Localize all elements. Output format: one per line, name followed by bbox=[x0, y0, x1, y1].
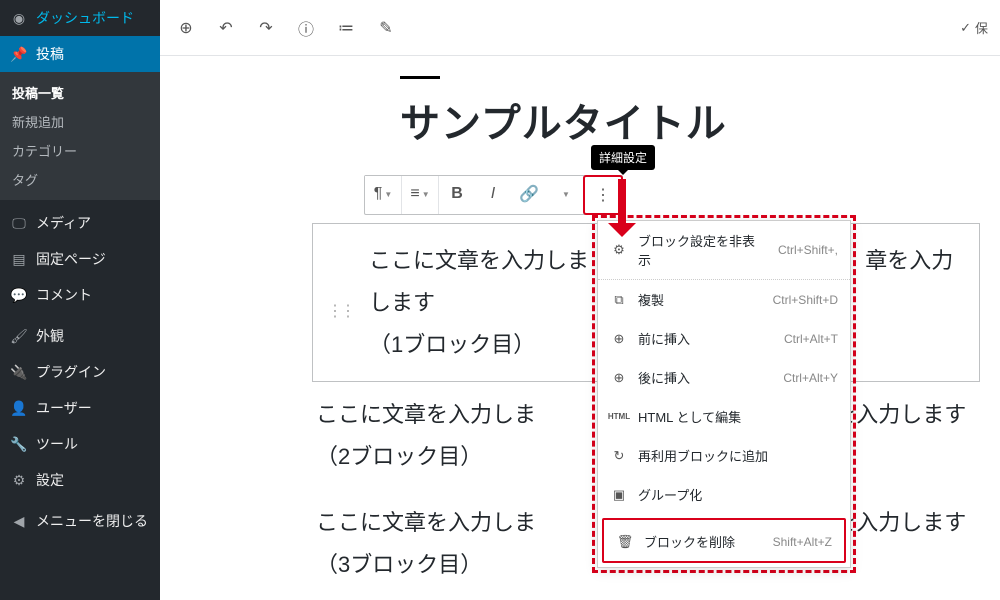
sidebar-item-label: メディア bbox=[36, 213, 91, 233]
insert-after-icon: ⊕ bbox=[610, 369, 628, 387]
title-rule bbox=[400, 76, 440, 79]
sidebar-item-posts[interactable]: 📌 投稿 bbox=[0, 36, 160, 72]
submenu-posts-list[interactable]: 投稿一覧 bbox=[0, 78, 160, 107]
block-type-button[interactable]: ¶▼ bbox=[365, 176, 401, 212]
chevron-button[interactable]: ▼ bbox=[547, 176, 583, 212]
block-options-menu: ⚙ ブロック設定を非表示 Ctrl+Shift+, ⧉ 複製 Ctrl+Shif… bbox=[597, 220, 851, 568]
sidebar-item-label: 投稿 bbox=[36, 44, 64, 64]
pin-icon: 📌 bbox=[10, 45, 28, 63]
menu-group[interactable]: ▣ グループ化 bbox=[598, 475, 850, 514]
redo-icon: ↷ bbox=[259, 18, 272, 38]
insert-before-icon: ⊕ bbox=[610, 330, 628, 348]
redo-button[interactable]: ↷ bbox=[248, 10, 284, 46]
sliders-icon: ⚙ bbox=[10, 471, 28, 489]
group-icon: ▣ bbox=[610, 486, 628, 504]
plugin-icon: 🔌 bbox=[10, 363, 28, 381]
submenu-add-new[interactable]: 新規追加 bbox=[0, 107, 160, 136]
check-icon: ✓ bbox=[960, 20, 971, 36]
menu-add-reusable[interactable]: ↻ 再利用ブロックに追加 bbox=[598, 436, 850, 475]
sidebar-item-label: ダッシュボード bbox=[36, 8, 134, 28]
undo-button[interactable]: ↶ bbox=[208, 10, 244, 46]
collapse-icon: ◀ bbox=[10, 512, 28, 530]
editor-topbar: ⊕ ↶ ↷ ⓘ ≔ ✎ ✓ 保 bbox=[160, 0, 1000, 56]
align-icon: ≡ bbox=[410, 185, 419, 203]
undo-icon: ↶ bbox=[219, 18, 232, 38]
menu-edit-html[interactable]: HTML HTML として編集 bbox=[598, 397, 850, 436]
page-icon: ▤ bbox=[10, 250, 28, 268]
drag-handle[interactable]: ⋮⋮ bbox=[327, 297, 353, 327]
sidebar-item-users[interactable]: 👤 ユーザー bbox=[0, 390, 160, 426]
sidebar-item-settings[interactable]: ⚙ 設定 bbox=[0, 462, 160, 498]
block-toolbar: ¶▼ ≡▼ B I 🔗 ▼ ⋮ bbox=[364, 175, 623, 215]
outline-button[interactable]: ≔ bbox=[328, 10, 364, 46]
sidebar-collapse[interactable]: ◀ メニューを閉じる bbox=[0, 503, 160, 539]
info-button[interactable]: ⓘ bbox=[288, 10, 324, 46]
dashboard-icon: ◉ bbox=[10, 9, 28, 27]
info-icon: ⓘ bbox=[298, 16, 314, 40]
brush-icon: 🖌 bbox=[10, 327, 28, 345]
menu-insert-before[interactable]: ⊕ 前に挿入 Ctrl+Alt+T bbox=[598, 319, 850, 358]
italic-icon: I bbox=[491, 185, 495, 203]
sidebar-item-label: 固定ページ bbox=[36, 249, 106, 269]
submenu-tags[interactable]: タグ bbox=[0, 165, 160, 194]
sidebar-item-appearance[interactable]: 🖌 外観 bbox=[0, 318, 160, 354]
sidebar-submenu: 投稿一覧 新規追加 カテゴリー タグ bbox=[0, 72, 160, 200]
link-icon: 🔗 bbox=[519, 184, 539, 204]
tooltip-more: 詳細設定 bbox=[591, 145, 655, 170]
plus-icon: ⊕ bbox=[179, 18, 192, 38]
editor-canvas: サンプルタイトル 詳細設定 ¶▼ ≡▼ B I 🔗 ▼ bbox=[160, 56, 1000, 600]
save-indicator: ✓ 保 bbox=[960, 18, 992, 37]
sidebar-item-tools[interactable]: 🔧 ツール bbox=[0, 426, 160, 462]
media-icon: 🖵 bbox=[10, 214, 28, 232]
align-button[interactable]: ≡▼ bbox=[402, 176, 438, 212]
admin-sidebar: ◉ ダッシュボード 📌 投稿 投稿一覧 新規追加 カテゴリー タグ 🖵 メディア… bbox=[0, 0, 160, 600]
bold-button[interactable]: B bbox=[439, 176, 475, 212]
add-block-button[interactable]: ⊕ bbox=[168, 10, 204, 46]
annotation-arrow bbox=[608, 179, 636, 251]
html-icon: HTML bbox=[610, 408, 628, 426]
wrench-icon: 🔧 bbox=[10, 435, 28, 453]
sidebar-item-dashboard[interactable]: ◉ ダッシュボード bbox=[0, 0, 160, 36]
reusable-icon: ↻ bbox=[610, 447, 628, 465]
sidebar-item-label: コメント bbox=[36, 285, 92, 305]
copy-icon: ⧉ bbox=[610, 291, 628, 309]
sidebar-item-label: ユーザー bbox=[36, 398, 92, 418]
bold-icon: B bbox=[451, 185, 463, 203]
sidebar-item-label: ツール bbox=[36, 434, 78, 454]
page-title[interactable]: サンプルタイトル bbox=[400, 91, 980, 149]
paragraph-icon: ¶ bbox=[374, 185, 383, 203]
italic-button[interactable]: I bbox=[475, 176, 511, 212]
submenu-categories[interactable]: カテゴリー bbox=[0, 136, 160, 165]
sidebar-item-plugins[interactable]: 🔌 プラグイン bbox=[0, 354, 160, 390]
user-icon: 👤 bbox=[10, 399, 28, 417]
editor-main: ⊕ ↶ ↷ ⓘ ≔ ✎ ✓ 保 サンプルタイトル 詳細設定 ¶▼ ≡▼ bbox=[160, 0, 1000, 600]
menu-duplicate[interactable]: ⧉ 複製 Ctrl+Shift+D bbox=[598, 280, 850, 319]
menu-remove-block[interactable]: 🗑 ブロックを削除 Shift+Alt+Z bbox=[602, 518, 846, 563]
edit-button[interactable]: ✎ bbox=[368, 10, 404, 46]
sidebar-item-label: 設定 bbox=[36, 470, 64, 490]
trash-icon: 🗑 bbox=[616, 533, 634, 551]
link-button[interactable]: 🔗 bbox=[511, 176, 547, 212]
sidebar-item-label: 外観 bbox=[36, 326, 64, 346]
sidebar-item-pages[interactable]: ▤ 固定ページ bbox=[0, 241, 160, 277]
pencil-icon: ✎ bbox=[379, 18, 392, 38]
chevron-down-icon: ▼ bbox=[562, 190, 570, 199]
sidebar-item-label: プラグイン bbox=[36, 362, 106, 382]
comment-icon: 💬 bbox=[10, 286, 28, 304]
menu-insert-after[interactable]: ⊕ 後に挿入 Ctrl+Alt+Y bbox=[598, 358, 850, 397]
annotation-highlight: ⚙ ブロック設定を非表示 Ctrl+Shift+, ⧉ 複製 Ctrl+Shif… bbox=[592, 215, 856, 573]
sidebar-item-label: メニューを閉じる bbox=[36, 511, 148, 531]
outline-icon: ≔ bbox=[338, 18, 354, 38]
sidebar-item-media[interactable]: 🖵 メディア bbox=[0, 205, 160, 241]
sidebar-item-comments[interactable]: 💬 コメント bbox=[0, 277, 160, 313]
